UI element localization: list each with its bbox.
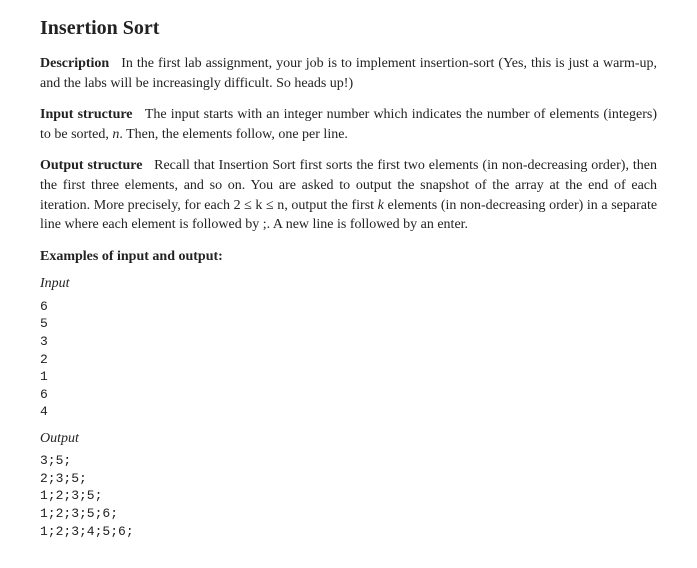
input-structure-paragraph: Input structure The input starts with an… <box>40 105 657 144</box>
input-structure-heading: Input structure <box>40 107 133 122</box>
input-label: Input <box>40 274 657 294</box>
output-structure-paragraph: Output structure Recall that Insertion S… <box>40 156 657 234</box>
description-paragraph: Description In the first lab assignment,… <box>40 54 657 93</box>
example-output: 3;5; 2;3;5; 1;2;3;5; 1;2;3;5;6; 1;2;3;4;… <box>40 452 657 540</box>
description-heading: Description <box>40 56 109 71</box>
output-structure-heading: Output structure <box>40 158 142 173</box>
inequality: 2 ≤ k ≤ n <box>234 198 285 213</box>
examples-heading: Examples of input and output: <box>40 247 657 267</box>
input-structure-text-2: . Then, the elements follow, one per lin… <box>119 127 348 142</box>
page-title: Insertion Sort <box>40 14 657 42</box>
document-page: Insertion Sort Description In the first … <box>0 0 697 568</box>
example-input: 6 5 3 2 1 6 4 <box>40 298 657 421</box>
output-structure-text-2: , output the first <box>284 198 374 213</box>
output-label: Output <box>40 429 657 449</box>
variable-k: k <box>378 198 384 213</box>
description-text: In the first lab assignment, your job is… <box>40 56 657 91</box>
